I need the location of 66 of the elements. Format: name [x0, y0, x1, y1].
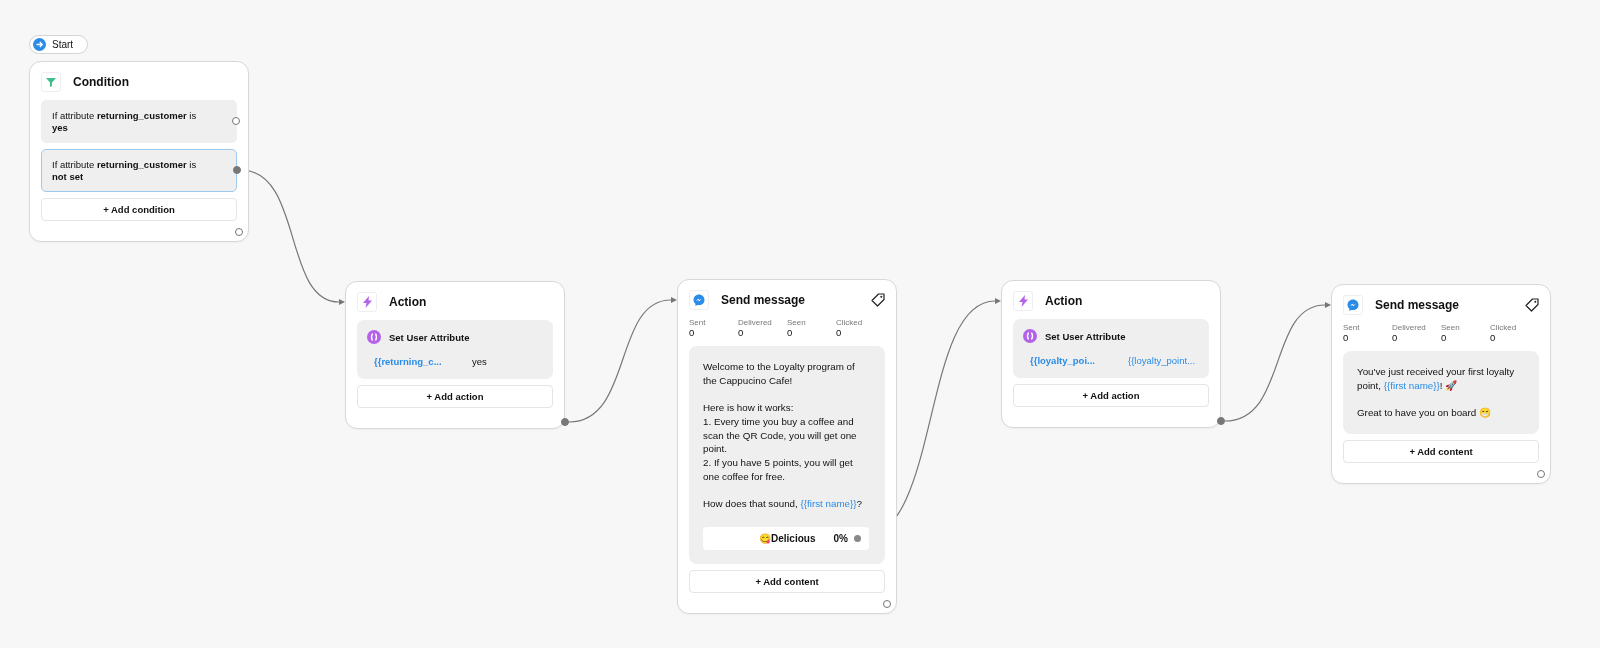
lightning-icon — [362, 296, 372, 308]
stat-value: 0 — [836, 327, 843, 338]
node-title: Action — [1045, 294, 1083, 308]
condition-option[interactable]: If attribute returning_customer is yes — [41, 100, 237, 143]
add-button[interactable]: + Add content — [1343, 439, 1539, 463]
chat-bubble-icon — [693, 294, 705, 306]
attribute-name: {{returning_c... — [374, 356, 443, 367]
start-node[interactable]: Start — [29, 35, 89, 54]
action-title: Set User Attribute — [1045, 330, 1126, 342]
stat-label: Clicked — [836, 318, 864, 327]
message-node[interactable]: Send message Sent 0 Delivered 0 Seen 0 Clicked 0 You've just received your first loyalty point, {{first name}}! 🚀 Great to have you on board 😁 + Add content — [1331, 284, 1551, 484]
stat-value: 0 — [1392, 332, 1399, 343]
lightning-icon — [1018, 295, 1028, 307]
message-text: Great to have you on board 😁 — [1357, 406, 1492, 420]
output-port[interactable] — [233, 166, 241, 175]
action-title: Set User Attribute — [389, 331, 470, 343]
stat-label: Delivered — [738, 318, 773, 327]
add-button[interactable]: + Add action — [1013, 384, 1209, 407]
output-port[interactable] — [883, 599, 891, 608]
message-text: How does that sound, {{first name}}? — [703, 497, 864, 511]
output-port[interactable] — [232, 117, 240, 126]
attribute-icon — [1023, 329, 1037, 343]
message-node[interactable] — [677, 279, 897, 614]
start-label: Start — [52, 39, 74, 50]
quick-reply-button[interactable]: 😋Delicious 0% — [703, 526, 869, 550]
attribute-icon — [367, 330, 381, 344]
output-port[interactable] — [854, 534, 861, 542]
output-port[interactable] — [1217, 417, 1225, 425]
attribute-name: {{loyalty_poi... — [1030, 355, 1096, 366]
stat-label: Seen — [787, 318, 807, 327]
node-title: Action — [389, 295, 427, 309]
add-button[interactable]: + Add content — [689, 569, 885, 593]
tag-icon[interactable] — [1525, 298, 1539, 312]
chat-bubble-icon — [1347, 299, 1359, 311]
stat-label: Seen — [1441, 323, 1461, 332]
stat-label: Sent — [689, 318, 707, 327]
stat-value: 0 — [1441, 332, 1448, 343]
stat-value: 0 — [738, 327, 745, 338]
stat-value: 0 — [1343, 332, 1350, 343]
attribute-value: {{loyalty_point... — [1128, 355, 1196, 366]
filter-icon — [46, 77, 56, 87]
quick-reply-label: 😋Delicious — [758, 532, 817, 544]
arrow-right-icon — [33, 38, 46, 51]
stat-value: 0 — [787, 327, 794, 338]
stat-label: Delivered — [1392, 323, 1427, 332]
attribute-value: yes — [472, 356, 487, 367]
condition-text: If attribute returning_customer is not set — [52, 158, 197, 182]
node-title: Send message — [721, 293, 806, 307]
output-port[interactable] — [561, 418, 569, 426]
condition-text: If attribute returning_customer is yes — [52, 110, 197, 133]
message-text: Welcome to the Loyalty program of the Cappucino Cafe! — [703, 360, 856, 388]
message-text: Here is how it works: 1. Every time you buy a coffee and scan the QR Code, you will get one point. 2. If you have 5 points, you will get one coffee for free. — [703, 401, 858, 484]
output-port[interactable] — [235, 227, 243, 236]
output-port[interactable] — [1537, 469, 1545, 478]
node-title: Condition — [73, 75, 129, 89]
stat-label: Clicked — [1490, 323, 1518, 332]
condition-node[interactable]: Condition If attribute returning_customer is yes If attribute returning_customer is not set + Add condition — [29, 61, 249, 242]
node-title: Send message — [1375, 298, 1460, 312]
add-button[interactable]: + Add condition — [41, 197, 237, 221]
tag-icon[interactable] — [871, 293, 885, 307]
stat-value: 0 — [1490, 332, 1497, 343]
stat-value: 0 — [689, 327, 696, 338]
message-text: You've just received your first loyalty point, {{first name}}! 🚀 — [1357, 365, 1516, 393]
click-rate: 0% — [833, 532, 848, 544]
stat-label: Sent — [1343, 323, 1361, 332]
add-button[interactable]: + Add action — [357, 385, 553, 408]
